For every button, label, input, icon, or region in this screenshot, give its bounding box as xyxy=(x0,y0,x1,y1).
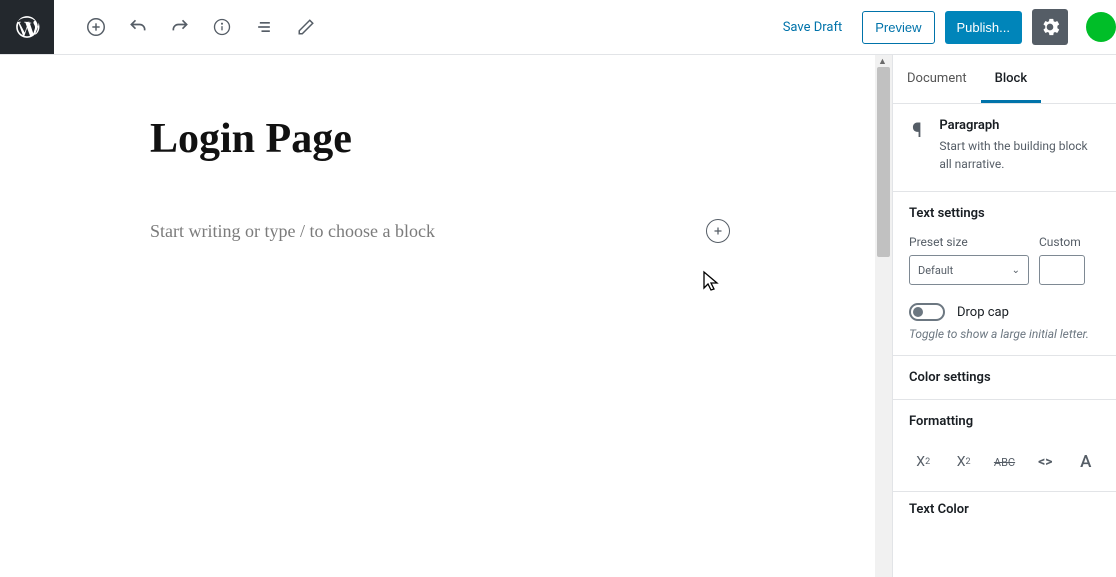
toolbar-left xyxy=(54,9,324,45)
preset-size-value: Default xyxy=(918,264,953,277)
info-button[interactable] xyxy=(204,9,240,45)
gear-icon xyxy=(1040,17,1060,37)
sidebar-tabs: Document Block xyxy=(893,55,1116,104)
block-info: ¶ Paragraph Start with the building bloc… xyxy=(893,104,1116,192)
dropcap-toggle[interactable] xyxy=(909,303,945,321)
block-placeholder[interactable]: Start writing or type / to choose a bloc… xyxy=(150,221,706,242)
chevron-down-icon: ⌄ xyxy=(1012,265,1020,276)
paragraph-icon: ¶ xyxy=(909,118,925,173)
inline-code-button[interactable]: <> xyxy=(1035,447,1055,477)
dropcap-hint: Toggle to show a large initial letter. xyxy=(909,327,1100,341)
outline-button[interactable] xyxy=(246,9,282,45)
block-type-desc: Start with the building block all narrat… xyxy=(939,137,1100,173)
formatting-buttons: X2 X2 ABC <> A xyxy=(909,443,1100,477)
settings-sidebar: Document Block ¶ Paragraph Start with th… xyxy=(892,55,1116,577)
scroll-up-icon[interactable]: ▲ xyxy=(878,56,887,67)
text-settings-title: Text settings xyxy=(909,206,1100,221)
tab-document[interactable]: Document xyxy=(893,55,981,103)
preset-size-select[interactable]: Default ⌄ xyxy=(909,255,1029,285)
tab-block[interactable]: Block xyxy=(981,55,1041,103)
add-block-button[interactable] xyxy=(78,9,114,45)
undo-icon xyxy=(128,17,148,37)
editor-topbar: Save Draft Preview Publish... xyxy=(0,0,1116,55)
paragraph-block[interactable]: Start writing or type / to choose a bloc… xyxy=(150,219,742,243)
dropcap-row: Drop cap xyxy=(909,303,1100,321)
publish-button[interactable]: Publish... xyxy=(945,11,1022,44)
plus-circle-icon xyxy=(85,16,107,38)
subscript-button[interactable]: X2 xyxy=(953,447,973,477)
jetpack-icon[interactable] xyxy=(1086,12,1116,42)
color-settings-title: Color settings xyxy=(909,370,1100,385)
color-settings-panel[interactable]: Color settings xyxy=(893,356,1116,400)
edit-button[interactable] xyxy=(288,9,324,45)
page-title[interactable]: Login Page xyxy=(150,115,742,163)
superscript-button[interactable]: X2 xyxy=(913,447,933,477)
editor-body: Login Page Start writing or type / to ch… xyxy=(0,55,1116,577)
canvas[interactable]: Login Page Start writing or type / to ch… xyxy=(0,55,892,243)
preset-size-label: Preset size xyxy=(909,235,1029,249)
text-settings-panel: Text settings Preset size Default ⌄ Cust… xyxy=(893,192,1116,356)
plus-icon xyxy=(712,225,724,237)
undo-button[interactable] xyxy=(120,9,156,45)
block-type-name: Paragraph xyxy=(939,118,1100,133)
cursor-icon xyxy=(702,270,720,297)
scrollbar[interactable]: ▲ xyxy=(875,55,892,577)
save-draft-link[interactable]: Save Draft xyxy=(773,20,853,35)
toolbar-right: Save Draft Preview Publish... xyxy=(773,9,1116,45)
custom-size-input[interactable] xyxy=(1039,255,1085,285)
inline-add-button[interactable] xyxy=(706,219,730,243)
wordpress-icon xyxy=(14,14,40,40)
list-icon xyxy=(254,17,274,37)
redo-button[interactable] xyxy=(162,9,198,45)
info-icon xyxy=(212,17,232,37)
dropcap-label: Drop cap xyxy=(957,305,1009,320)
canvas-wrap: Login Page Start writing or type / to ch… xyxy=(0,55,892,577)
wp-logo[interactable] xyxy=(0,0,54,54)
settings-button[interactable] xyxy=(1032,9,1068,45)
custom-size-label: Custom xyxy=(1039,235,1085,249)
redo-icon xyxy=(170,17,190,37)
text-color-title: Text Color xyxy=(893,492,1116,517)
strikethrough-button[interactable]: ABC xyxy=(994,447,1015,477)
preset-size-row: Preset size Default ⌄ Custom xyxy=(909,235,1100,285)
formatting-panel: Formatting X2 X2 ABC <> A xyxy=(893,400,1116,492)
scrollbar-thumb[interactable] xyxy=(877,67,890,257)
text-color-button[interactable]: A xyxy=(1076,447,1096,477)
preview-button[interactable]: Preview xyxy=(862,11,934,44)
pencil-icon xyxy=(297,18,315,36)
formatting-title: Formatting xyxy=(909,414,1100,429)
